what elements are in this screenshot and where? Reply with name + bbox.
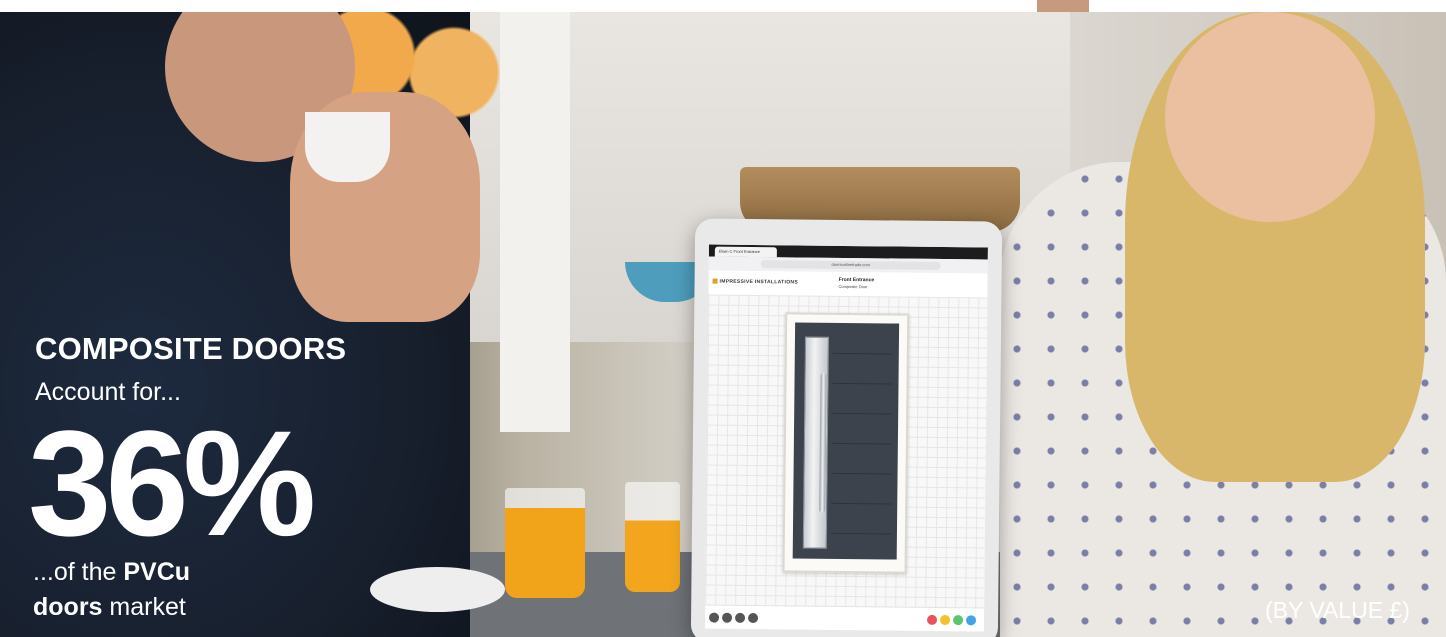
tail-line-1: ...of the PVCu: [33, 558, 190, 587]
tail-bold: PVCu: [123, 558, 191, 586]
tail-prefix: ...of the: [33, 558, 124, 586]
headline: COMPOSITE DOORS: [35, 331, 347, 366]
text-overlay: COMPOSITE DOORS Account for... 36% ...of…: [0, 12, 1446, 637]
tail-line2-bold: doors: [33, 593, 103, 621]
value-note: (BY VALUE £): [1265, 597, 1410, 623]
top-accent-chip: [1037, 0, 1089, 12]
percentage-stat: 36%: [28, 399, 316, 567]
tail-line2-rest: market: [102, 593, 186, 621]
hero-banner: Elwin C Front Entrance doorsonlinetrade.…: [0, 12, 1446, 637]
tail-line-2: doors market: [33, 593, 186, 622]
